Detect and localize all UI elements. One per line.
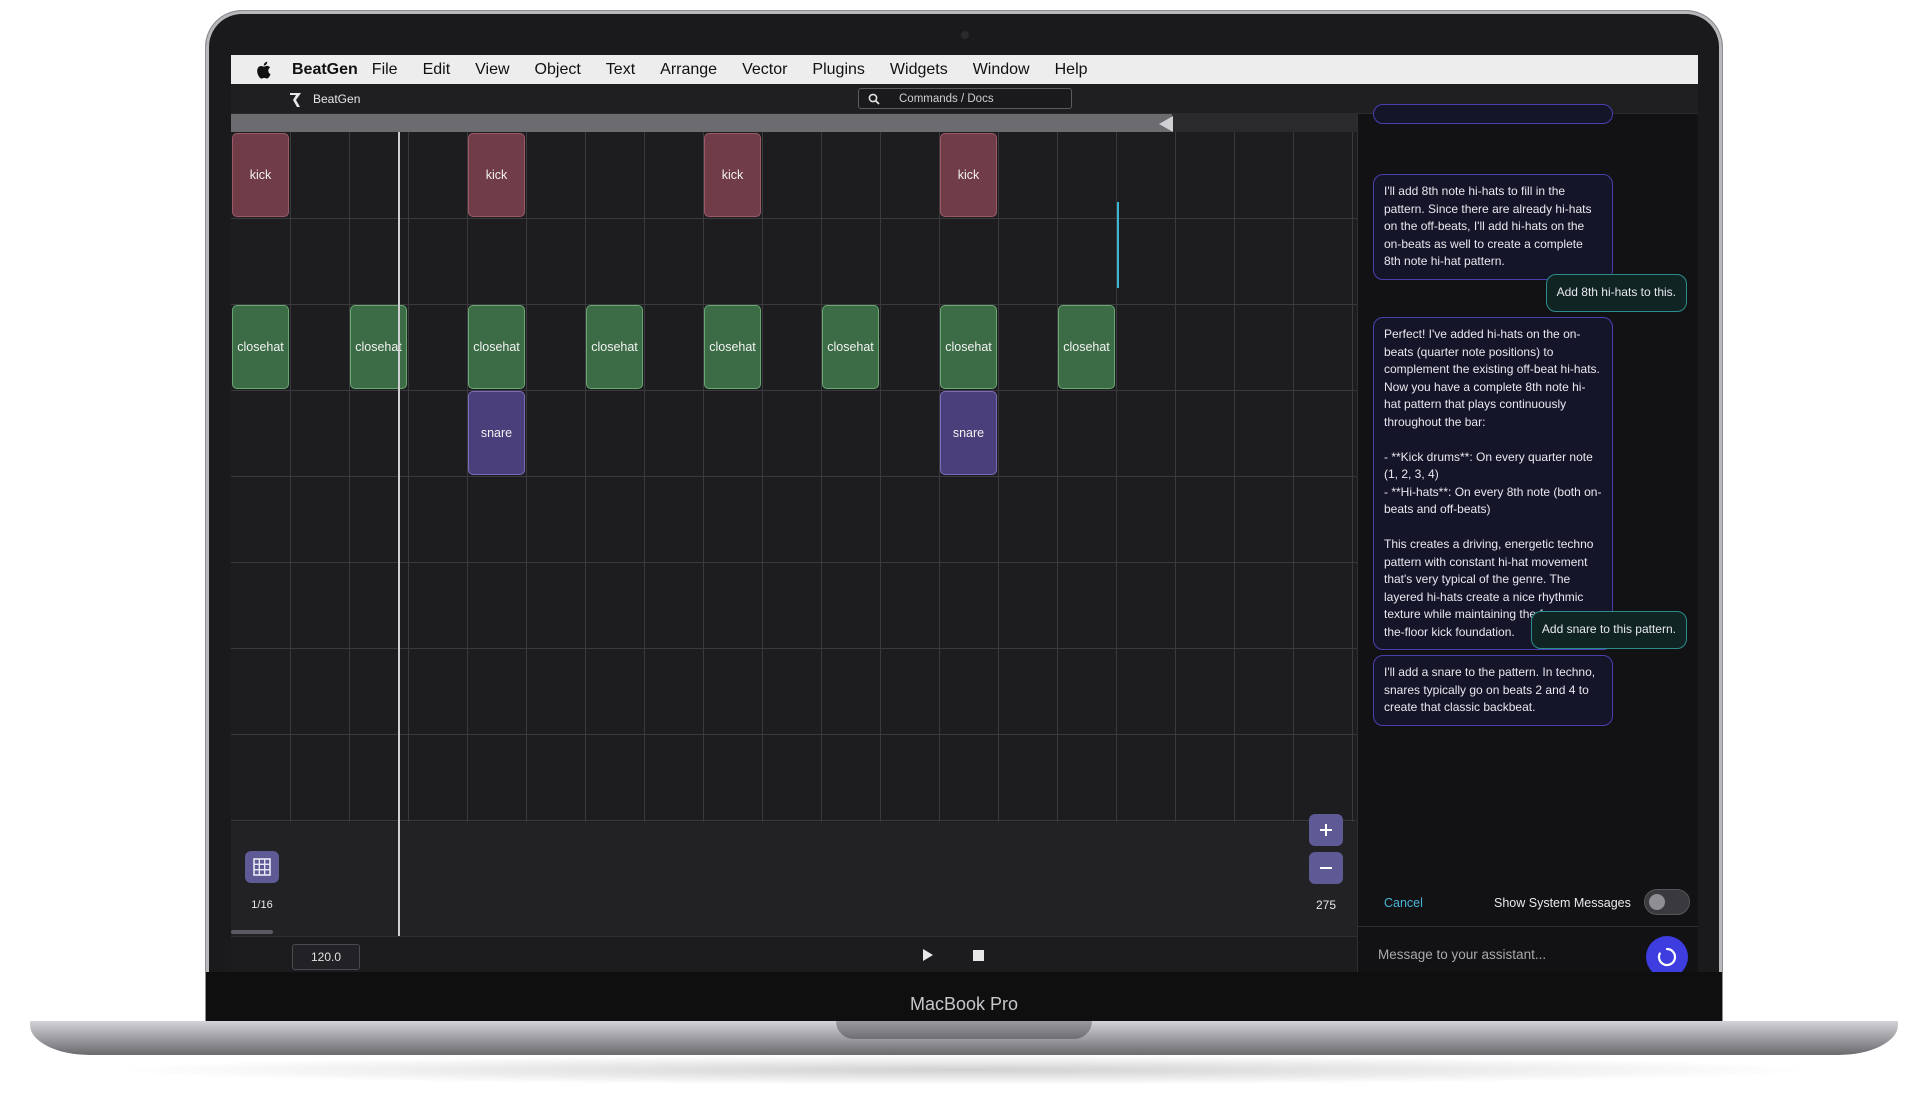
menu-object[interactable]: Object [535, 61, 581, 79]
menu-file[interactable]: File [372, 61, 398, 79]
beatgen-logo-icon [290, 93, 301, 107]
command-search-input[interactable] [899, 91, 1064, 107]
note-kick[interactable]: kick [940, 133, 997, 217]
grid-column-line [1293, 132, 1294, 822]
cancel-link[interactable]: Cancel [1384, 896, 1423, 910]
loop-end-marker[interactable] [1159, 116, 1173, 132]
tempo-field[interactable]: 120.0 [292, 944, 360, 970]
note-kick[interactable]: kick [232, 133, 289, 217]
search-icon [868, 93, 880, 105]
sequencer-area: kick kick kick kick closehat closehat closehat… [231, 114, 1357, 936]
grid-column-line [1057, 132, 1058, 822]
menu-arrange[interactable]: Arrange [660, 61, 717, 79]
plus-icon [1320, 824, 1332, 836]
note-closehat[interactable]: closehat [704, 305, 761, 389]
menu-text[interactable]: Text [606, 61, 635, 79]
grid-column-line [349, 132, 350, 822]
menu-view[interactable]: View [475, 61, 509, 79]
device-label: MacBook Pro [909, 994, 1019, 1014]
grid-column-line [880, 132, 881, 822]
toggle-knob [1649, 894, 1665, 910]
grid-column-line [939, 132, 940, 822]
horizontal-scrollbar[interactable] [231, 930, 273, 934]
transport-bar: 120.0 [231, 936, 1357, 972]
note-closehat[interactable]: closehat [1058, 305, 1115, 389]
laptop-shadow [100, 1055, 1828, 1085]
laptop-base-notch [836, 1021, 1092, 1039]
timeline-ruler-outside [1172, 114, 1357, 132]
note-snare[interactable]: snare [940, 391, 997, 475]
zoom-in-button[interactable] [1309, 814, 1343, 846]
playhead[interactable] [398, 132, 400, 936]
zoom-out-button[interactable] [1309, 852, 1343, 884]
grid-column-line [1234, 132, 1235, 822]
input-divider [1358, 926, 1698, 927]
spinner-icon [1657, 947, 1677, 967]
system-messages-label: Show System Messages [1494, 896, 1631, 910]
menu-window[interactable]: Window [973, 61, 1030, 79]
grid-cursor [1117, 202, 1119, 288]
send-button[interactable] [1646, 936, 1688, 972]
note-kick[interactable]: kick [468, 133, 525, 217]
note-closehat[interactable]: closehat [940, 305, 997, 389]
note-closehat[interactable]: closehat [586, 305, 643, 389]
menu-plugins[interactable]: Plugins [812, 61, 864, 79]
app-title: BeatGen [313, 92, 361, 106]
grid-column-line [998, 132, 999, 822]
chat-message-assistant: I'll add 8th note hi-hats to fill in the… [1373, 174, 1613, 280]
play-icon[interactable] [921, 948, 935, 962]
grid-column-line [644, 132, 645, 822]
system-messages-toggle[interactable] [1644, 889, 1690, 915]
message-input[interactable] [1378, 944, 1618, 964]
stop-icon[interactable] [973, 950, 984, 961]
apple-icon[interactable] [256, 61, 272, 79]
grid-column-line [762, 132, 763, 822]
chat-message-assistant: I'll add a snare to the pattern. In tech… [1373, 655, 1613, 726]
menu-edit[interactable]: Edit [423, 61, 451, 79]
chat-message-assistant: Perfect! I've added hi-hats on the on-be… [1373, 317, 1613, 650]
chat-message-partial [1373, 104, 1613, 124]
chat-message-user: Add 8th hi-hats to this. [1545, 274, 1687, 312]
grid-column-line [1175, 132, 1176, 822]
menu-vector[interactable]: Vector [742, 61, 787, 79]
grid-column-line [821, 132, 822, 822]
minus-icon [1320, 867, 1332, 869]
grid-column-line [290, 132, 291, 822]
note-closehat[interactable]: closehat [232, 305, 289, 389]
menu-help[interactable]: Help [1055, 61, 1088, 79]
note-kick[interactable]: kick [704, 133, 761, 217]
note-closehat[interactable]: closehat [822, 305, 879, 389]
assistant-chat-panel: I'll add 8th note hi-hats to fill in the… [1357, 104, 1698, 972]
note-snare[interactable]: snare [468, 391, 525, 475]
chat-message-user: Add snare to this pattern. [1530, 611, 1687, 649]
grid-column-line [408, 132, 409, 822]
grid-column-line [585, 132, 586, 822]
menu-bar: BeatGen File Edit View Object Text Arran… [231, 55, 1698, 84]
grid-column-line [1352, 132, 1353, 822]
menu-widgets[interactable]: Widgets [890, 61, 948, 79]
screen: BeatGen File Edit View Object Text Arran… [231, 55, 1698, 972]
command-search[interactable] [858, 88, 1072, 109]
grid-column-line [467, 132, 468, 822]
timeline-ruler[interactable] [231, 114, 1172, 132]
grid-toggle-button[interactable] [245, 851, 279, 883]
note-closehat[interactable]: closehat [468, 305, 525, 389]
quantize-value[interactable]: 1/16 [241, 899, 283, 911]
grid-column-line [526, 132, 527, 822]
grid-column-line [703, 132, 704, 822]
menu-app-name[interactable]: BeatGen [292, 61, 358, 79]
grid-icon [253, 858, 271, 876]
camera-dot [961, 31, 969, 39]
zoom-level: 275 [1315, 898, 1337, 912]
